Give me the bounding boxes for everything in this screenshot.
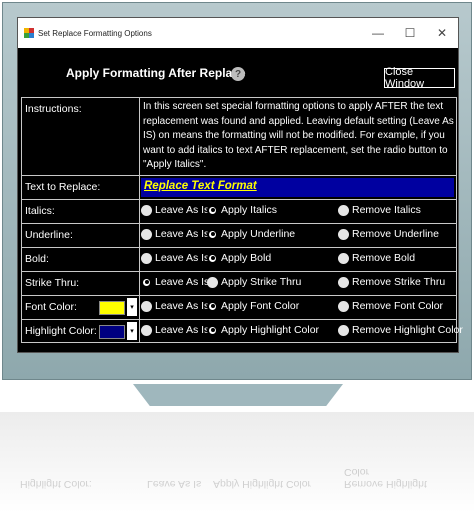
radio-button[interactable] [141, 204, 152, 216]
reflection-option: Remove Highlight Color [344, 466, 427, 490]
radio-option[interactable]: Remove Strike Thru [338, 276, 445, 288]
radio-option[interactable]: Remove Underline [338, 228, 439, 240]
radio-option[interactable]: Leave As Is [141, 324, 209, 336]
option-label: Underline: [25, 229, 73, 241]
radio-button[interactable] [338, 228, 349, 240]
radio-button[interactable] [338, 300, 349, 312]
minimize-icon[interactable]: — [362, 18, 394, 48]
option-row: Underline: Leave As Is Apply Underline Remo… [21, 223, 457, 247]
radio-button[interactable] [338, 252, 349, 264]
title-bar: Set Replace Formatting Options — ☐ ✕ [18, 18, 458, 48]
page-title: Apply Formatting After Replace [66, 66, 246, 80]
radio-button[interactable] [207, 228, 218, 240]
radio-label: Apply Bold [221, 252, 272, 264]
radio-option[interactable]: Apply Italics [207, 204, 277, 216]
radio-option[interactable]: Leave As Is [141, 252, 209, 264]
monitor-stand [133, 384, 343, 406]
radio-option[interactable]: Apply Highlight Color [207, 324, 319, 336]
text-to-replace-label: Text to Replace: [25, 181, 101, 193]
radio-label: Remove Italics [352, 204, 421, 216]
app-icon [24, 28, 34, 38]
radio-label: Leave As Is [155, 300, 210, 312]
radio-label: Apply Strike Thru [221, 276, 302, 288]
radio-option[interactable]: Remove Font Color [338, 300, 443, 312]
radio-option[interactable]: Remove Bold [338, 252, 415, 264]
monitor-frame: Set Replace Formatting Options — ☐ ✕ App… [2, 2, 472, 380]
radio-button[interactable] [141, 252, 152, 264]
option-label: Font Color: [25, 301, 77, 313]
radio-option[interactable]: Apply Bold [207, 252, 271, 264]
radio-label: Leave As Is [155, 204, 210, 216]
radio-label: Leave As Is [155, 252, 210, 264]
radio-option[interactable]: Remove Italics [338, 204, 421, 216]
radio-label: Apply Font Color [221, 300, 300, 312]
color-swatch[interactable] [99, 325, 125, 339]
radio-option[interactable]: Leave As Is [141, 276, 209, 288]
radio-button[interactable] [141, 276, 152, 288]
option-label: Highlight Color: [25, 325, 97, 337]
radio-label: Remove Strike Thru [352, 276, 446, 288]
radio-label: Apply Underline [221, 228, 296, 240]
radio-option[interactable]: Remove Highlight Color [338, 324, 463, 336]
replace-text-value: Replace Text Format [144, 180, 257, 192]
radio-option[interactable]: Leave As Is [141, 300, 209, 312]
radio-label: Remove Font Color [352, 300, 444, 312]
radio-option[interactable]: Leave As Is [141, 228, 209, 240]
window-title: Set Replace Formatting Options [38, 28, 152, 38]
radio-label: Remove Highlight Color [352, 324, 463, 336]
radio-label: Leave As Is [155, 276, 210, 288]
reflection-option: Apply Highlight Color [213, 478, 312, 490]
option-label: Bold: [25, 253, 49, 265]
chevron-down-icon[interactable]: ▾ [127, 322, 137, 340]
radio-button[interactable] [141, 300, 152, 312]
reflection-label: Highlight Color: [20, 478, 92, 490]
radio-button[interactable] [207, 300, 218, 312]
radio-button[interactable] [207, 252, 218, 264]
options-grid: Instructions: In this screen set special… [21, 97, 463, 343]
reflection-floor [0, 412, 474, 513]
radio-button[interactable] [207, 204, 218, 216]
option-row: Font Color: ▾ Leave As Is Apply Font Color R… [21, 295, 457, 319]
radio-button[interactable] [141, 324, 152, 336]
reflection: Highlight Color: Leave As Is Apply Highlig… [20, 466, 454, 496]
radio-label: Leave As Is [155, 324, 210, 336]
option-label: Italics: [25, 205, 55, 217]
replace-text-bar: Replace Text Format [141, 178, 454, 197]
radio-button[interactable] [338, 204, 349, 216]
radio-button[interactable] [338, 324, 349, 336]
screenshot: Set Replace Formatting Options — ☐ ✕ App… [0, 0, 474, 513]
radio-option[interactable]: Apply Strike Thru [207, 276, 301, 288]
radio-label: Apply Italics [221, 204, 278, 216]
radio-button[interactable] [141, 228, 152, 240]
instructions-row: Instructions: In this screen set special… [21, 97, 457, 175]
option-row: Bold: Leave As Is Apply Bold Remove Bold [21, 247, 457, 271]
text-to-replace-row: Text to Replace: Replace Text Format [21, 175, 457, 199]
color-swatch[interactable] [99, 301, 125, 315]
reflection-option: Leave As Is [147, 478, 202, 490]
settings-window: Set Replace Formatting Options — ☐ ✕ App… [17, 17, 463, 353]
chevron-down-icon[interactable]: ▾ [127, 298, 137, 316]
radio-option[interactable]: Apply Font Color [207, 300, 299, 312]
radio-label: Apply Highlight Color [221, 324, 320, 336]
option-row: Strike Thru: Leave As Is Apply Strike Thru… [21, 271, 457, 295]
radio-option[interactable]: Leave As Is [141, 204, 209, 216]
maximize-icon[interactable]: ☐ [394, 18, 426, 48]
radio-button[interactable] [338, 276, 349, 288]
radio-label: Remove Bold [352, 252, 416, 264]
radio-label: Leave As Is [155, 228, 210, 240]
help-icon[interactable]: ? [231, 67, 245, 81]
header: Apply Formatting After Replace ? Close W… [18, 48, 458, 92]
radio-label: Remove Underline [352, 228, 439, 240]
close-icon[interactable]: ✕ [426, 18, 458, 48]
option-label: Strike Thru: [25, 277, 80, 289]
option-row: Highlight Color: ▾ Leave As Is Apply Highli… [21, 319, 463, 343]
radio-button[interactable] [207, 324, 218, 336]
radio-button[interactable] [207, 276, 218, 288]
instructions-text: In this screen set special formatting op… [143, 101, 454, 170]
radio-option[interactable]: Apply Underline [207, 228, 295, 240]
instructions-label: Instructions: [25, 103, 82, 115]
option-row: Italics: Leave As Is Apply Italics Remove I… [21, 199, 457, 223]
close-window-button[interactable]: Close Window [384, 66, 455, 90]
